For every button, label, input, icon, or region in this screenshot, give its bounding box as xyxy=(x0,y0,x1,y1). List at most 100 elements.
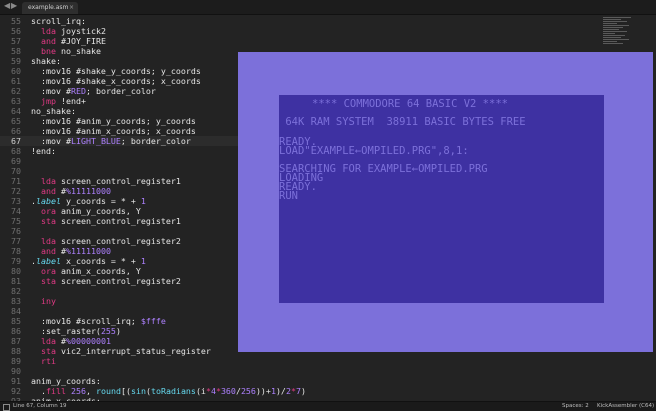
code-token: label xyxy=(36,256,61,266)
code-token: jmp xyxy=(41,96,56,106)
code-token: ; border_color xyxy=(85,86,156,96)
code-token: !end: xyxy=(31,146,56,156)
code-token: %11111000 xyxy=(66,186,111,196)
c64-output-line: RUN xyxy=(279,190,298,202)
code-text: :mov16 #anim_y_coords; y_coords xyxy=(31,116,196,126)
code-token: fill xyxy=(46,386,66,396)
code-token: sta xyxy=(41,216,56,226)
code-token: RED xyxy=(70,86,86,96)
tab-example-asm[interactable]: example.asm × xyxy=(22,2,78,14)
code-token: screen_control_register1 xyxy=(56,176,181,186)
code-text: bne no_shake xyxy=(31,46,101,56)
code-token: screen_control_register2 xyxy=(56,276,181,286)
code-line[interactable]: 57 and #JOY_FIRE xyxy=(0,36,600,46)
code-token: !end+ xyxy=(56,96,86,106)
line-number: 67 xyxy=(11,136,21,146)
line-number: 81 xyxy=(11,276,21,286)
code-token: vic2_interrupt_status_register xyxy=(56,346,211,356)
code-token: x_coords = * + xyxy=(60,256,141,266)
code-token: # xyxy=(56,246,66,256)
code-token: lda xyxy=(41,336,56,346)
line-number: 70 xyxy=(11,166,21,176)
line-number: 65 xyxy=(11,116,21,126)
code-line[interactable]: 55 scroll_irq: xyxy=(0,16,600,26)
code-token: :mov16 #shake_x_coords; x_coords xyxy=(31,76,201,86)
line-number: 83 xyxy=(11,296,21,306)
line-number: 55 xyxy=(11,16,21,26)
code-text: ora anim_x_coords, Y xyxy=(31,266,141,276)
line-number: 80 xyxy=(11,266,21,276)
code-token: 256 xyxy=(70,386,86,396)
line-number: 74 xyxy=(11,206,21,216)
tab-close-icon[interactable]: × xyxy=(69,2,74,14)
code-token: ) xyxy=(115,326,121,336)
code-token: # xyxy=(56,186,66,196)
line-number: 64 xyxy=(11,106,21,116)
code-token: 1 xyxy=(140,196,146,206)
tab-nav-left-icon[interactable]: ◀ xyxy=(4,1,10,10)
line-number: 56 xyxy=(11,26,21,36)
code-text: anim_y_coords: xyxy=(31,376,101,386)
line-number: 88 xyxy=(11,346,21,356)
code-token: ))+ xyxy=(255,386,271,396)
code-token: sta xyxy=(41,276,56,286)
code-token: y_coords = * + xyxy=(60,196,141,206)
code-text: and #%11111000 xyxy=(31,186,111,196)
code-token: and xyxy=(41,246,56,256)
code-line[interactable]: 56 lda joystick2 xyxy=(0,26,600,36)
code-line[interactable]: 92 .fill 256, round[(sin(toRadians(i*4*3… xyxy=(0,386,600,396)
code-text: no_shake: xyxy=(31,106,76,116)
line-number: 71 xyxy=(11,176,21,186)
code-text: :mov16 #scroll_irq; $fffe xyxy=(31,316,166,326)
line-number: 60 xyxy=(11,66,21,76)
code-text: and #JOY_FIRE xyxy=(31,36,106,46)
c64-header: **** COMMODORE 64 BASIC V2 **** xyxy=(312,98,508,110)
code-text: :mov16 #anim_x_coords; x_coords xyxy=(31,126,196,136)
code-line[interactable]: 90 xyxy=(0,366,600,376)
code-text: jmp !end+ xyxy=(31,96,86,106)
code-line[interactable]: 89 rti xyxy=(0,356,600,366)
code-token: $fffe xyxy=(140,316,166,326)
code-text: rti xyxy=(31,356,56,366)
line-number: 85 xyxy=(11,316,21,326)
code-token: :mov16 #scroll_irq; xyxy=(31,316,141,326)
line-number: 76 xyxy=(11,226,21,236)
code-token: anim_y_coords, Y xyxy=(56,206,141,216)
code-text: scroll_irq: xyxy=(31,16,86,26)
code-token: screen_control_register1 xyxy=(56,216,181,226)
code-text: sta screen_control_register2 xyxy=(31,276,181,286)
tab-nav-right-icon[interactable]: ▶ xyxy=(11,1,17,10)
line-number: 90 xyxy=(11,366,21,376)
minimap[interactable] xyxy=(603,17,633,49)
line-number: 57 xyxy=(11,36,21,46)
code-token: 256 xyxy=(240,386,256,396)
line-number: 61 xyxy=(11,76,21,86)
code-token: label xyxy=(36,196,61,206)
line-number: 84 xyxy=(11,306,21,316)
code-text: lda screen_control_register2 xyxy=(31,236,181,246)
code-token: LIGHT_BLUE xyxy=(70,136,121,146)
code-token: and xyxy=(41,186,56,196)
code-line[interactable]: 91 anim_y_coords: xyxy=(0,376,600,386)
c64-screen: **** COMMODORE 64 BASIC V2 **** 64K RAM … xyxy=(279,95,604,303)
code-token: bne xyxy=(41,46,56,56)
line-number: 69 xyxy=(11,156,21,166)
line-number: 78 xyxy=(11,246,21,256)
code-token: . xyxy=(31,386,46,396)
line-number: 63 xyxy=(11,96,21,106)
code-text: lda joystick2 xyxy=(31,26,106,36)
code-token: anim_x_coords, Y xyxy=(56,266,141,276)
code-token: # xyxy=(56,336,66,346)
code-token: [( xyxy=(120,386,131,396)
code-token: no_shake: xyxy=(31,106,76,116)
line-number: 79 xyxy=(11,256,21,266)
